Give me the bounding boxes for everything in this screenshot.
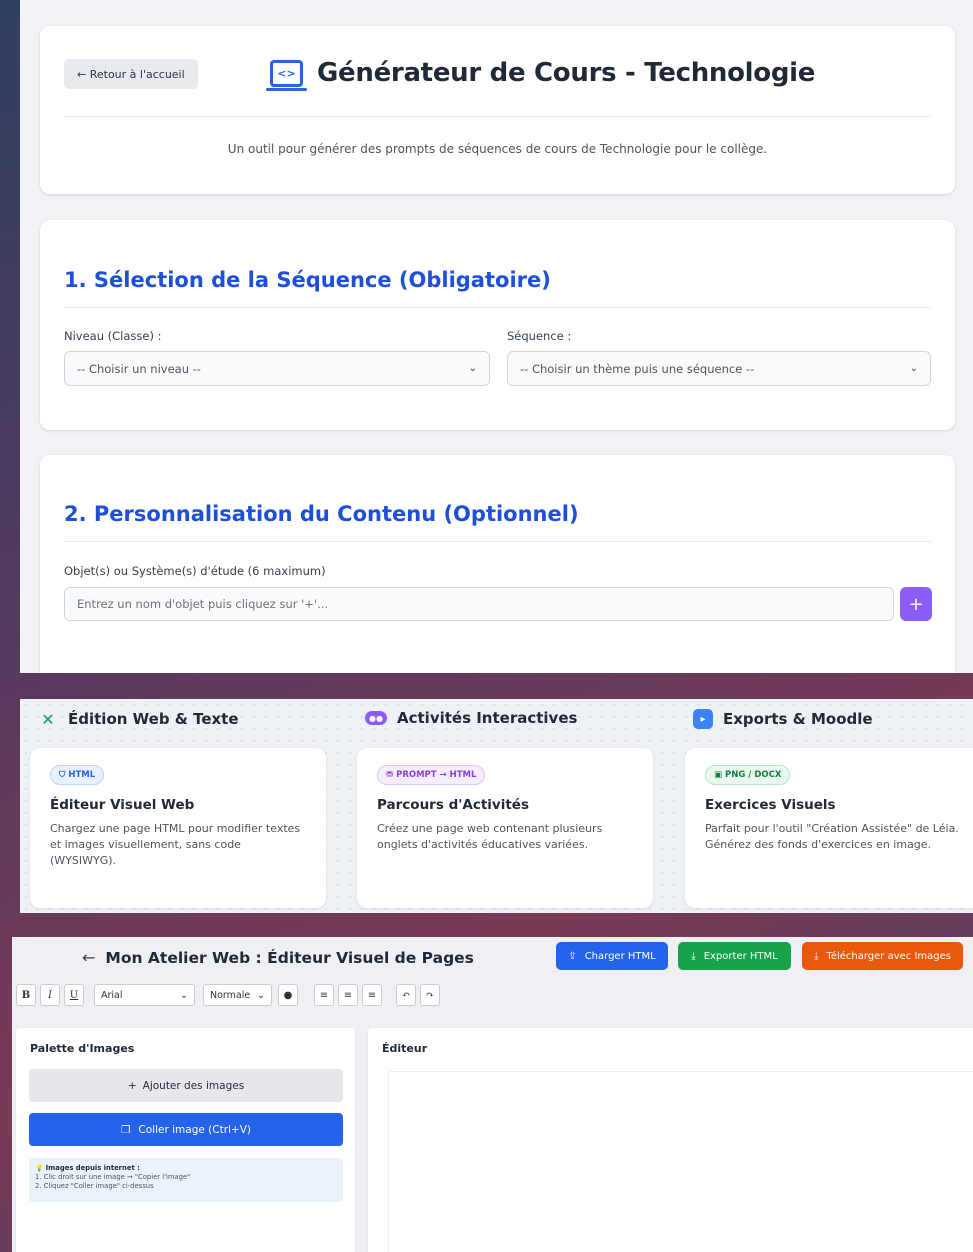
underline-button[interactable]: U: [64, 984, 84, 1006]
load-html-button[interactable]: ⇪ Charger HTML: [556, 942, 668, 970]
palette-title: Palette d'Images: [30, 1042, 135, 1055]
web-atelier-panel: ← Mon Atelier Web : Éditeur Visuel de Pa…: [12, 937, 973, 1252]
divider: [64, 116, 931, 117]
lightbulb-icon: 💡: [35, 1164, 44, 1172]
section2-title: 2. Personnalisation du Contenu (Optionne…: [64, 502, 579, 526]
tool-card-title: Éditeur Visuel Web: [50, 797, 195, 813]
upload-icon: ⇪: [568, 950, 577, 962]
niveau-label: Niveau (Classe) :: [64, 329, 162, 343]
align-left-icon[interactable]: ≡: [314, 984, 334, 1006]
column-head-web: ✕ Édition Web & Texte: [38, 709, 238, 729]
gamepad-icon: ●●: [365, 711, 387, 725]
course-generator-panel: ← Retour à l'accueil <> Générateur de Co…: [20, 0, 973, 673]
header-card: ← Retour à l'accueil <> Générateur de Co…: [40, 26, 955, 194]
editor-content-area[interactable]: [388, 1071, 973, 1252]
chevron-down-icon: ⌄: [468, 363, 477, 374]
badge-png-docx: ▣ PNG / DOCX: [705, 765, 791, 785]
align-right-icon[interactable]: ≡: [362, 984, 382, 1006]
object-input[interactable]: Entrez un nom d'objet puis cliquez sur '…: [64, 587, 894, 621]
image-palette: Palette d'Images + Ajouter des images ❐ …: [16, 1028, 355, 1252]
font-family-select[interactable]: Arial ⌄: [94, 984, 195, 1006]
atelier-title: Mon Atelier Web : Éditeur Visuel de Page…: [105, 948, 474, 967]
divider: [64, 307, 931, 308]
tool-card-visual-exercises[interactable]: ▣ PNG / DOCX Exercices Visuels Parfait p…: [685, 748, 973, 908]
download-icon: ⤓: [813, 950, 819, 962]
formatting-toolbar: B I U Arial ⌄ Normale ⌄ ● ≡ ≡ ≡ ↶ ↷: [12, 980, 973, 1010]
sequence-select[interactable]: -- Choisir un thème puis une séquence --…: [507, 351, 931, 386]
tool-card-title: Parcours d'Activités: [377, 797, 529, 813]
sequence-label: Séquence :: [507, 329, 572, 343]
badge-prompt: ⛃ PROMPT → HTML: [377, 765, 486, 785]
chevron-down-icon: ⌄: [257, 989, 265, 1001]
chevron-down-icon: ⌄: [180, 989, 188, 1001]
page-title-group: <> Générateur de Cours - Technologie: [266, 58, 816, 91]
bold-button[interactable]: B: [16, 984, 36, 1006]
export-html-button[interactable]: ⤓ Exporter HTML: [678, 942, 791, 970]
tool-card-desc: Chargez une page HTML pour modifier text…: [50, 822, 301, 867]
italic-button[interactable]: I: [40, 984, 60, 1006]
section1-title: 1. Sélection de la Séquence (Obligatoire…: [64, 268, 551, 292]
download-with-images-button[interactable]: ⤓ Télécharger avec Images: [802, 942, 963, 970]
back-arrow-icon[interactable]: ←: [82, 948, 95, 967]
page-description: Un outil pour générer des prompts de séq…: [227, 142, 768, 156]
tool-card-activities[interactable]: ⛃ PROMPT → HTML Parcours d'Activités Cré…: [357, 748, 653, 908]
tool-card-desc: Parfait pour l'outil "Création Assistée"…: [705, 822, 959, 851]
divider: [64, 541, 931, 542]
align-center-icon[interactable]: ≡: [338, 984, 358, 1006]
sequence-selection-card: 1. Sélection de la Séquence (Obligatoire…: [40, 220, 955, 430]
plus-icon: +: [127, 1079, 137, 1092]
content-personalization-card: 2. Personnalisation du Contenu (Optionne…: [40, 455, 955, 673]
palette-color-icon[interactable]: ●: [278, 984, 298, 1006]
atelier-title-group: ← Mon Atelier Web : Éditeur Visuel de Pa…: [82, 948, 474, 967]
editor-title: Éditeur: [382, 1042, 428, 1055]
niveau-select[interactable]: -- Choisir un niveau -- ⌄: [64, 351, 490, 386]
column-head-activities: ●● Activités Interactives: [365, 709, 577, 727]
redo-icon[interactable]: ↷: [420, 984, 440, 1006]
undo-icon[interactable]: ↶: [396, 984, 416, 1006]
laptop-code-icon: <>: [266, 59, 307, 91]
paste-image-button[interactable]: ❐ Coller image (Ctrl+V): [29, 1113, 343, 1146]
back-home-button[interactable]: ← Retour à l'accueil: [64, 59, 198, 89]
file-export-icon: ▸: [693, 709, 713, 729]
paste-icon: ❐: [120, 1123, 131, 1136]
add-object-button[interactable]: +: [900, 587, 932, 621]
font-size-select[interactable]: Normale ⌄: [203, 984, 272, 1006]
chevron-down-icon: ⌄: [909, 363, 918, 374]
column-head-exports: ▸ Exports & Moodle: [693, 709, 873, 729]
download-icon: ⤓: [691, 950, 696, 962]
tool-card-desc: Créez une page web contenant plusieurs o…: [377, 822, 603, 851]
badge-html: ⛉ HTML: [50, 765, 105, 785]
object-label: Objet(s) ou Système(s) d'étude (6 maximu…: [64, 564, 326, 578]
page-title: Générateur de Cours - Technologie: [317, 58, 816, 88]
editor-pane: Éditeur: [368, 1028, 973, 1252]
tool-card-visual-editor[interactable]: ⛉ HTML Éditeur Visuel Web Chargez une pa…: [30, 748, 326, 908]
add-images-button[interactable]: + Ajouter des images: [29, 1069, 343, 1102]
tools-panel: ✕ Édition Web & Texte ●● Activités Inter…: [20, 699, 973, 913]
tool-card-title: Exercices Visuels: [705, 797, 836, 813]
tools-icon: ✕: [41, 709, 55, 729]
images-hint-box: 💡 Images depuis internet : 1. Clic droit…: [29, 1158, 343, 1202]
